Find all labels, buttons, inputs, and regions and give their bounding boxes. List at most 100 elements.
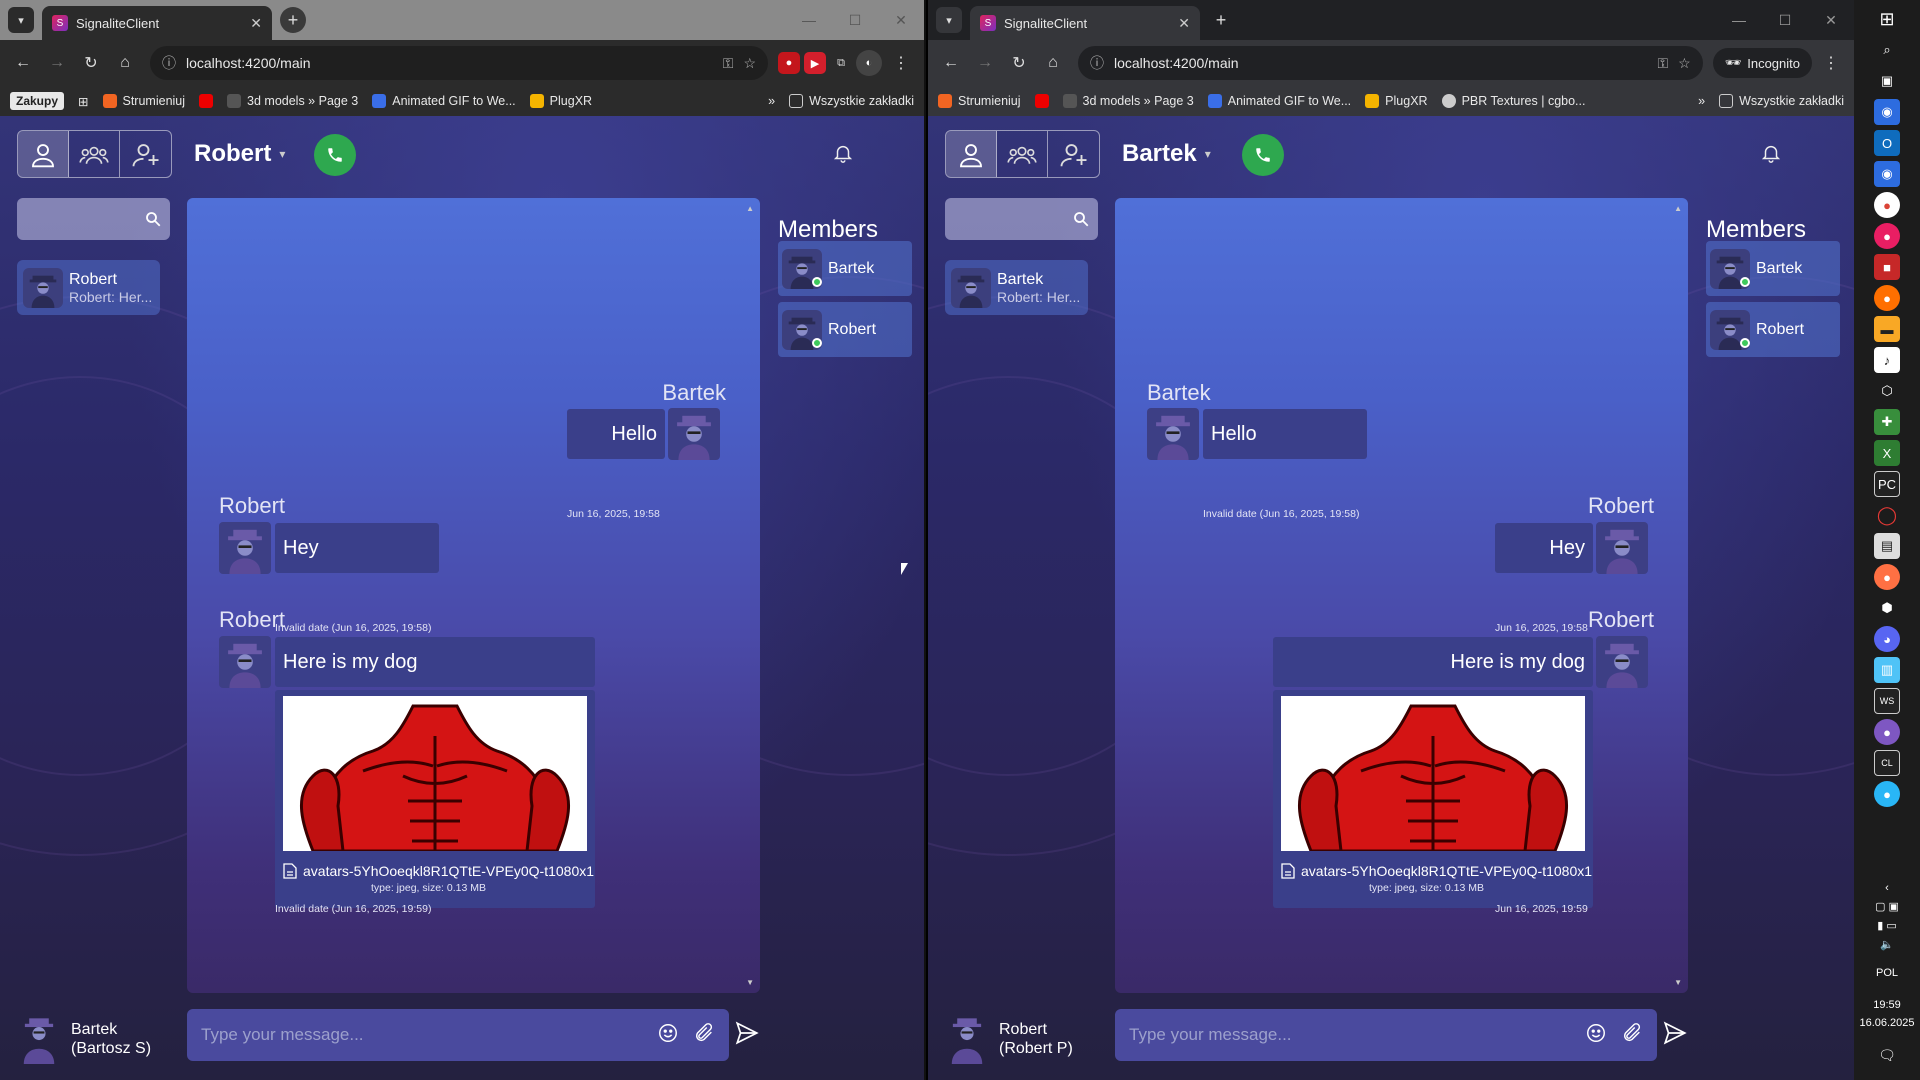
close-tab-icon[interactable]: ✕	[1178, 15, 1190, 32]
close-window-button[interactable]: ✕	[878, 0, 924, 40]
app-outlook-icon[interactable]: O	[1874, 130, 1900, 156]
language-indicator[interactable]: POL	[1876, 967, 1898, 979]
message-input[interactable]	[201, 1025, 643, 1045]
app-pycharm-icon[interactable]: PC	[1874, 471, 1900, 497]
app-edge-dev-icon[interactable]: ◉	[1874, 161, 1900, 187]
extensions-puzzle-icon[interactable]: ⧉	[830, 52, 852, 74]
member-item[interactable]: Bartek	[778, 241, 912, 296]
task-view-icon[interactable]: ▣	[1874, 68, 1900, 94]
member-item[interactable]: Robert	[778, 302, 912, 357]
notifications-bell-icon[interactable]	[1760, 142, 1782, 169]
bookmark-strumieniuj[interactable]: Strumieniuj	[938, 94, 1021, 108]
back-icon[interactable]: ←	[8, 48, 38, 78]
channel-name[interactable]: Bartek ▾	[1122, 140, 1211, 168]
send-button[interactable]	[734, 1020, 760, 1051]
bookmark-star-icon[interactable]: ☆	[743, 55, 756, 72]
bookmark-plugxr[interactable]: PlugXR	[1365, 94, 1428, 108]
all-bookmarks-folder[interactable]: Wszystkie zakładki	[1719, 94, 1844, 108]
browser-tab[interactable]: S SignaliteClient ✕	[970, 6, 1200, 40]
scroll-down-arrow[interactable]: ▼	[1674, 978, 1682, 987]
conversation-item[interactable]: Bartek Robert: Her...	[945, 260, 1088, 315]
emoji-icon[interactable]	[657, 1022, 679, 1049]
groups-tab[interactable]	[69, 131, 120, 177]
groups-tab[interactable]	[997, 131, 1048, 177]
notifications-bell-icon[interactable]	[832, 142, 854, 169]
app-discord-icon[interactable]: ◕	[1874, 626, 1900, 652]
app-firefox-icon[interactable]: ●	[1874, 285, 1900, 311]
app-edge-icon[interactable]: ◉	[1874, 99, 1900, 125]
bookmark-3d-models[interactable]: 3d models » Page 3	[1062, 94, 1194, 108]
chevron-left-icon[interactable]: ‹	[1885, 882, 1889, 894]
send-button[interactable]	[1662, 1020, 1688, 1051]
app-files-icon[interactable]: ▤	[1874, 533, 1900, 559]
tab-search-button[interactable]: ▾	[936, 7, 962, 33]
site-info-icon[interactable]: ⓘ	[162, 53, 176, 73]
bookmark-plugxr[interactable]: PlugXR	[529, 94, 592, 108]
browser-menu-icon[interactable]: ⋮	[886, 48, 916, 78]
attachment-file-link[interactable]: avatars-5YhOoeqkl8R1QTtE-VPEy0Q-t1080x1	[1281, 863, 1592, 879]
password-key-icon[interactable]: ⚿	[723, 55, 734, 72]
windows-start-icon[interactable]: ⊞	[1874, 6, 1900, 32]
more-bookmarks-icon[interactable]: »	[1698, 94, 1705, 108]
bookmark-youtube[interactable]	[199, 94, 214, 108]
current-user[interactable]: Robert (Robert P)	[945, 1014, 1073, 1064]
search-icon[interactable]: ⌕	[1874, 37, 1900, 63]
conversation-item[interactable]: Robert Robert: Her...	[17, 260, 160, 315]
add-friend-tab[interactable]	[1048, 131, 1099, 177]
search-input[interactable]	[945, 198, 1098, 240]
reload-icon[interactable]: ↻	[76, 48, 106, 78]
scroll-up-arrow[interactable]: ▲	[746, 204, 754, 213]
bookmark-zakupy[interactable]: Zakupy	[10, 92, 65, 110]
browser-menu-icon[interactable]: ⋮	[1816, 48, 1846, 78]
attached-image[interactable]	[283, 696, 587, 851]
extension-adblock-icon[interactable]: ●	[778, 52, 800, 74]
app-blue-icon[interactable]: ●	[1874, 781, 1900, 807]
message-input[interactable]	[1129, 1025, 1571, 1045]
direct-messages-tab[interactable]	[18, 131, 69, 177]
bookmark-3d-models[interactable]: 3d models » Page 3	[227, 94, 358, 108]
bookmark-pbr-textures[interactable]: PBR Textures | cgbo...	[1441, 94, 1585, 108]
clock-date[interactable]: 16.06.2025	[1859, 1017, 1914, 1029]
extension-video-icon[interactable]: ▶	[804, 52, 826, 74]
apps-grid-icon[interactable]: ⊞	[78, 94, 88, 109]
member-item[interactable]: Bartek	[1706, 241, 1840, 296]
home-icon[interactable]: ⌂	[110, 48, 140, 78]
reload-icon[interactable]: ↻	[1004, 48, 1034, 78]
all-bookmarks-folder[interactable]: Wszystkie zakładki	[789, 94, 914, 108]
app-excel-icon[interactable]: X	[1874, 440, 1900, 466]
member-item[interactable]: Robert	[1706, 302, 1840, 357]
app-clion-icon[interactable]: CL	[1874, 750, 1900, 776]
app-unity-icon[interactable]: ⬢	[1874, 595, 1900, 621]
maximize-button[interactable]: ☐	[832, 0, 878, 40]
scroll-up-arrow[interactable]: ▲	[1674, 204, 1682, 213]
tray-mic-icon[interactable]: ▮ ▭	[1877, 919, 1897, 932]
channel-name[interactable]: Robert ▾	[194, 140, 285, 168]
emoji-icon[interactable]	[1585, 1022, 1607, 1049]
tray-icons[interactable]: ▢ ▣	[1875, 900, 1899, 913]
maximize-button[interactable]: ☐	[1762, 0, 1808, 40]
app-file-explorer-icon[interactable]: ▬	[1874, 316, 1900, 342]
app-cube-icon[interactable]: ⬡	[1874, 378, 1900, 404]
incognito-indicator[interactable]: 🕶 Incognito	[1712, 48, 1812, 78]
search-input[interactable]	[17, 198, 170, 240]
app-github-icon[interactable]: ●	[1874, 719, 1900, 745]
minimize-button[interactable]: —	[1716, 0, 1762, 40]
chat-panel[interactable]: ▲ ▼ Bartek Hello Jun 16, 2025, 19:58 Rob…	[187, 198, 760, 993]
home-icon[interactable]: ⌂	[1038, 48, 1068, 78]
back-icon[interactable]: ←	[936, 48, 966, 78]
bookmark-animated-gif[interactable]: Animated GIF to We...	[1207, 94, 1351, 108]
forward-icon[interactable]: →	[970, 48, 1000, 78]
bookmark-animated-gif[interactable]: Animated GIF to We...	[372, 94, 516, 108]
bookmark-youtube[interactable]	[1034, 94, 1049, 108]
new-tab-button[interactable]: +	[280, 7, 306, 33]
app-notepad-icon[interactable]: ♪	[1874, 347, 1900, 373]
profile-avatar-icon[interactable]: ◐	[856, 50, 882, 76]
minimize-button[interactable]: —	[786, 0, 832, 40]
app-red-icon[interactable]: ■	[1874, 254, 1900, 280]
app-webstorm-icon[interactable]: WS	[1874, 688, 1900, 714]
chat-panel[interactable]: ▲ ▼ Bartek Hello Invalid date (Jun 16, 2…	[1115, 198, 1688, 993]
browser-tab[interactable]: S SignaliteClient ✕	[42, 6, 272, 40]
bookmark-strumieniuj[interactable]: Strumieniuj	[102, 94, 185, 108]
call-button[interactable]	[1242, 134, 1284, 176]
attachment-file-link[interactable]: avatars-5YhOoeqkl8R1QTtE-VPEy0Q-t1080x1	[283, 863, 594, 879]
